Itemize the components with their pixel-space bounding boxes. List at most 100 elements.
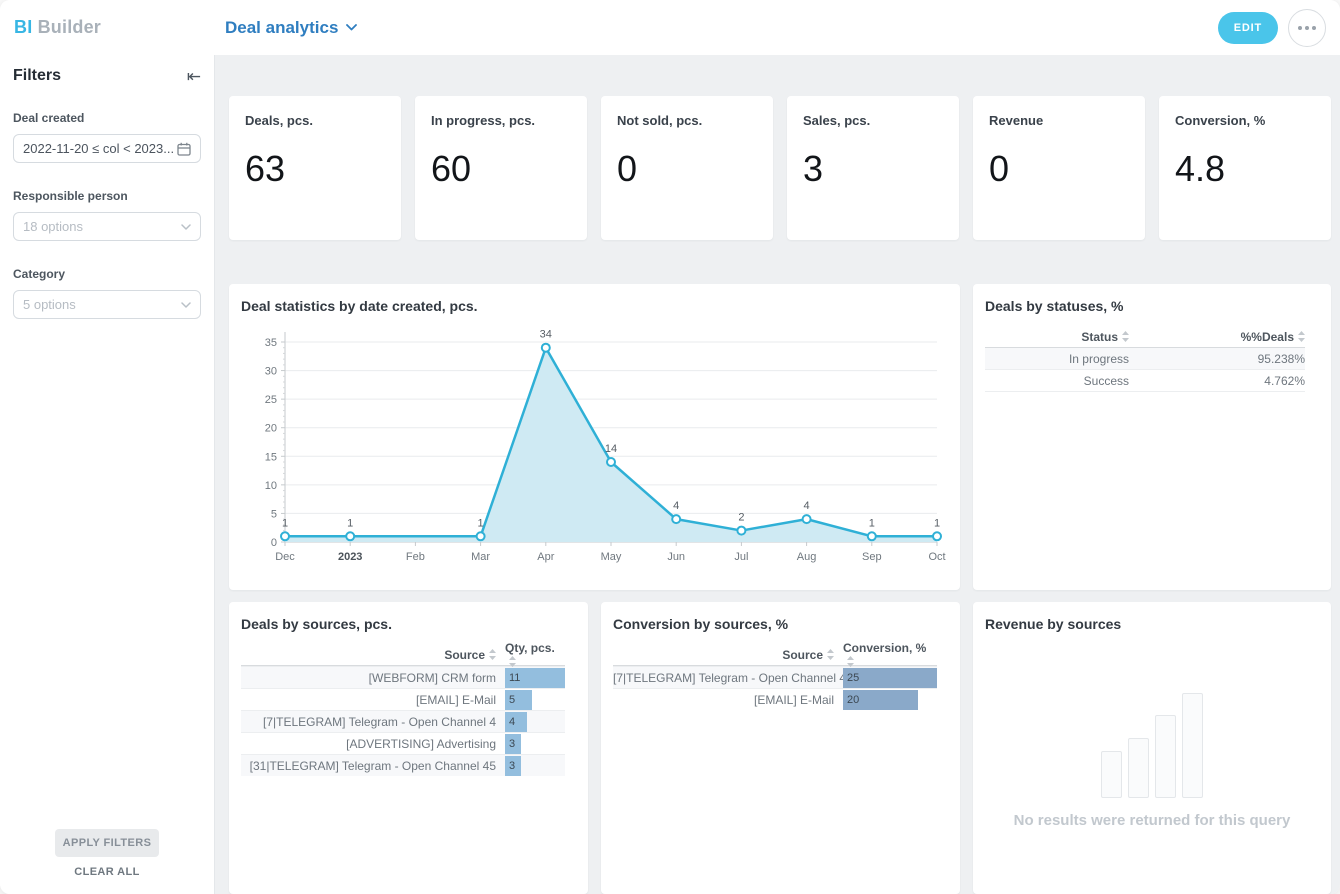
kpi-label: In progress, pcs. [431,113,571,128]
sort-icon [847,656,854,667]
app-window: BI Builder Deal analytics EDIT Filters ⇤… [0,0,1340,894]
panel-deals-by-statuses: Deals by statuses, % Status %%Deals In p… [973,284,1331,590]
table-row[interactable]: [7|TELEGRAM] Telegram - Open Channel 425 [613,666,937,688]
bar-cell: 11 [505,667,565,689]
apply-filters-button[interactable]: APPLY FILTERS [55,829,159,857]
svg-text:2023: 2023 [338,551,362,563]
data-point[interactable] [672,515,680,523]
bar-cell: 20 [843,689,937,711]
svg-text:Apr: Apr [537,551,554,563]
board-title-dropdown[interactable]: Deal analytics [225,18,357,38]
deal-created-date-input[interactable]: 2022-11-20 ≤ col < 2023... [13,134,201,163]
category-select[interactable]: 5 options [13,290,201,319]
logo-builder: Builder [38,17,101,37]
filters-title: Filters [13,67,61,85]
column-header-source[interactable]: Source [613,648,843,662]
value-bar: 25 [843,668,937,688]
svg-text:1: 1 [282,517,288,529]
bar-cell: 3 [505,755,565,777]
column-header-conversion[interactable]: Conversion, % [843,641,937,669]
svg-text:Sep: Sep [862,551,882,563]
pct-cell: 95.238% [1129,352,1305,366]
panel-deals-by-sources: Deals by sources, pcs. Source Qty, pcs. … [229,602,588,894]
table-header: Status %%Deals [985,326,1305,348]
source-cell: [7|TELEGRAM] Telegram - Open Channel 4 [241,715,505,729]
data-point[interactable] [346,532,354,540]
panel-conversion-by-sources: Conversion by sources, % Source Conversi… [601,602,960,894]
data-point[interactable] [737,527,745,535]
panel-deal-statistics: Deal statistics by date created, pcs. 05… [229,284,960,590]
line-chart[interactable]: 05101520253035Dec2023FebMarAprMayJunJulA… [241,320,949,577]
kpi-value: 3 [803,148,943,190]
table-row[interactable]: In progress95.238% [985,348,1305,370]
statuses-table: Status %%Deals In progress95.238%Success… [985,326,1305,392]
data-point[interactable] [477,532,485,540]
table-row[interactable]: [ADVERTISING] Advertising3 [241,732,565,754]
panel-title: Deals by sources, pcs. [241,616,565,632]
kpi-row: Deals, pcs.63 In progress, pcs. 60 Not sold… [229,96,1331,240]
kpi-label: Conversion, % [1175,113,1315,128]
value-bar: 11 [505,668,565,688]
conversion-by-sources-table: Source Conversion, % [7|TELEGRAM] Telegr… [613,644,937,710]
source-cell: [WEBFORM] CRM form [241,671,505,685]
table-row[interactable]: [7|TELEGRAM] Telegram - Open Channel 44 [241,710,565,732]
value-bar: 3 [505,734,521,754]
svg-text:30: 30 [265,366,277,378]
table-row[interactable]: [EMAIL] E-Mail20 [613,688,937,710]
bar-cell: 5 [505,689,565,711]
column-header-source[interactable]: Source [241,648,505,662]
sort-icon [827,649,834,660]
kpi-card: Sales, pcs.3 [787,96,959,240]
svg-text:Jun: Jun [667,551,685,563]
svg-text:2: 2 [738,512,744,524]
svg-text:Mar: Mar [471,551,490,563]
source-cell: [EMAIL] E-Mail [613,693,843,707]
table-row[interactable]: Success4.762% [985,370,1305,392]
data-point[interactable] [281,532,289,540]
clear-all-button[interactable]: CLEAR ALL [74,866,140,878]
dashboard-content: Deals, pcs.63 In progress, pcs. 60 Not sold… [215,55,1340,894]
empty-state-text: No results were returned for this query [1014,812,1291,829]
table-row[interactable]: [31|TELEGRAM] Telegram - Open Channel 45… [241,754,565,776]
column-header-qty[interactable]: Qty, pcs. [505,641,565,669]
svg-text:4: 4 [673,500,679,512]
svg-text:4: 4 [804,500,810,512]
svg-text:1: 1 [934,517,940,529]
kpi-label: Revenue [989,113,1129,128]
kpi-value: 60 [431,148,571,190]
kpi-card: In progress, pcs. 60 [415,96,587,240]
kpi-value: 0 [989,148,1129,190]
data-point[interactable] [542,344,550,352]
table-row[interactable]: [WEBFORM] CRM form11 [241,666,565,688]
value-bar: 20 [843,690,918,710]
filters-sidebar: Filters ⇤ Deal created 2022-11-20 ≤ col … [0,55,215,894]
kpi-card: Deals, pcs.63 [229,96,401,240]
bar-cell: 25 [843,667,937,689]
sort-icon [509,656,516,667]
panel-title: Conversion by sources, % [613,616,937,632]
source-cell: [31|TELEGRAM] Telegram - Open Channel 45 [241,759,505,773]
data-point[interactable] [607,458,615,466]
column-header-pct-deals[interactable]: %%Deals [1129,330,1305,344]
svg-text:5: 5 [271,508,277,520]
sort-icon [489,649,496,660]
app-logo: BI Builder [14,17,101,38]
collapse-sidebar-icon[interactable]: ⇤ [187,68,201,85]
svg-text:20: 20 [265,423,277,435]
svg-text:10: 10 [265,480,277,492]
data-point[interactable] [868,532,876,540]
sort-icon [1122,331,1129,342]
svg-text:1: 1 [478,517,484,529]
data-point[interactable] [803,515,811,523]
chevron-down-icon [181,224,191,230]
more-options-button[interactable] [1288,9,1326,47]
kpi-value: 4.8 [1175,148,1315,190]
edit-button[interactable]: EDIT [1218,12,1278,44]
column-header-status[interactable]: Status [985,330,1129,344]
kpi-label: Not sold, pcs. [617,113,757,128]
chevron-down-icon [346,24,357,31]
data-point[interactable] [933,532,941,540]
bar-cell: 3 [505,733,565,755]
responsible-person-select[interactable]: 18 options [13,212,201,241]
table-row[interactable]: [EMAIL] E-Mail5 [241,688,565,710]
